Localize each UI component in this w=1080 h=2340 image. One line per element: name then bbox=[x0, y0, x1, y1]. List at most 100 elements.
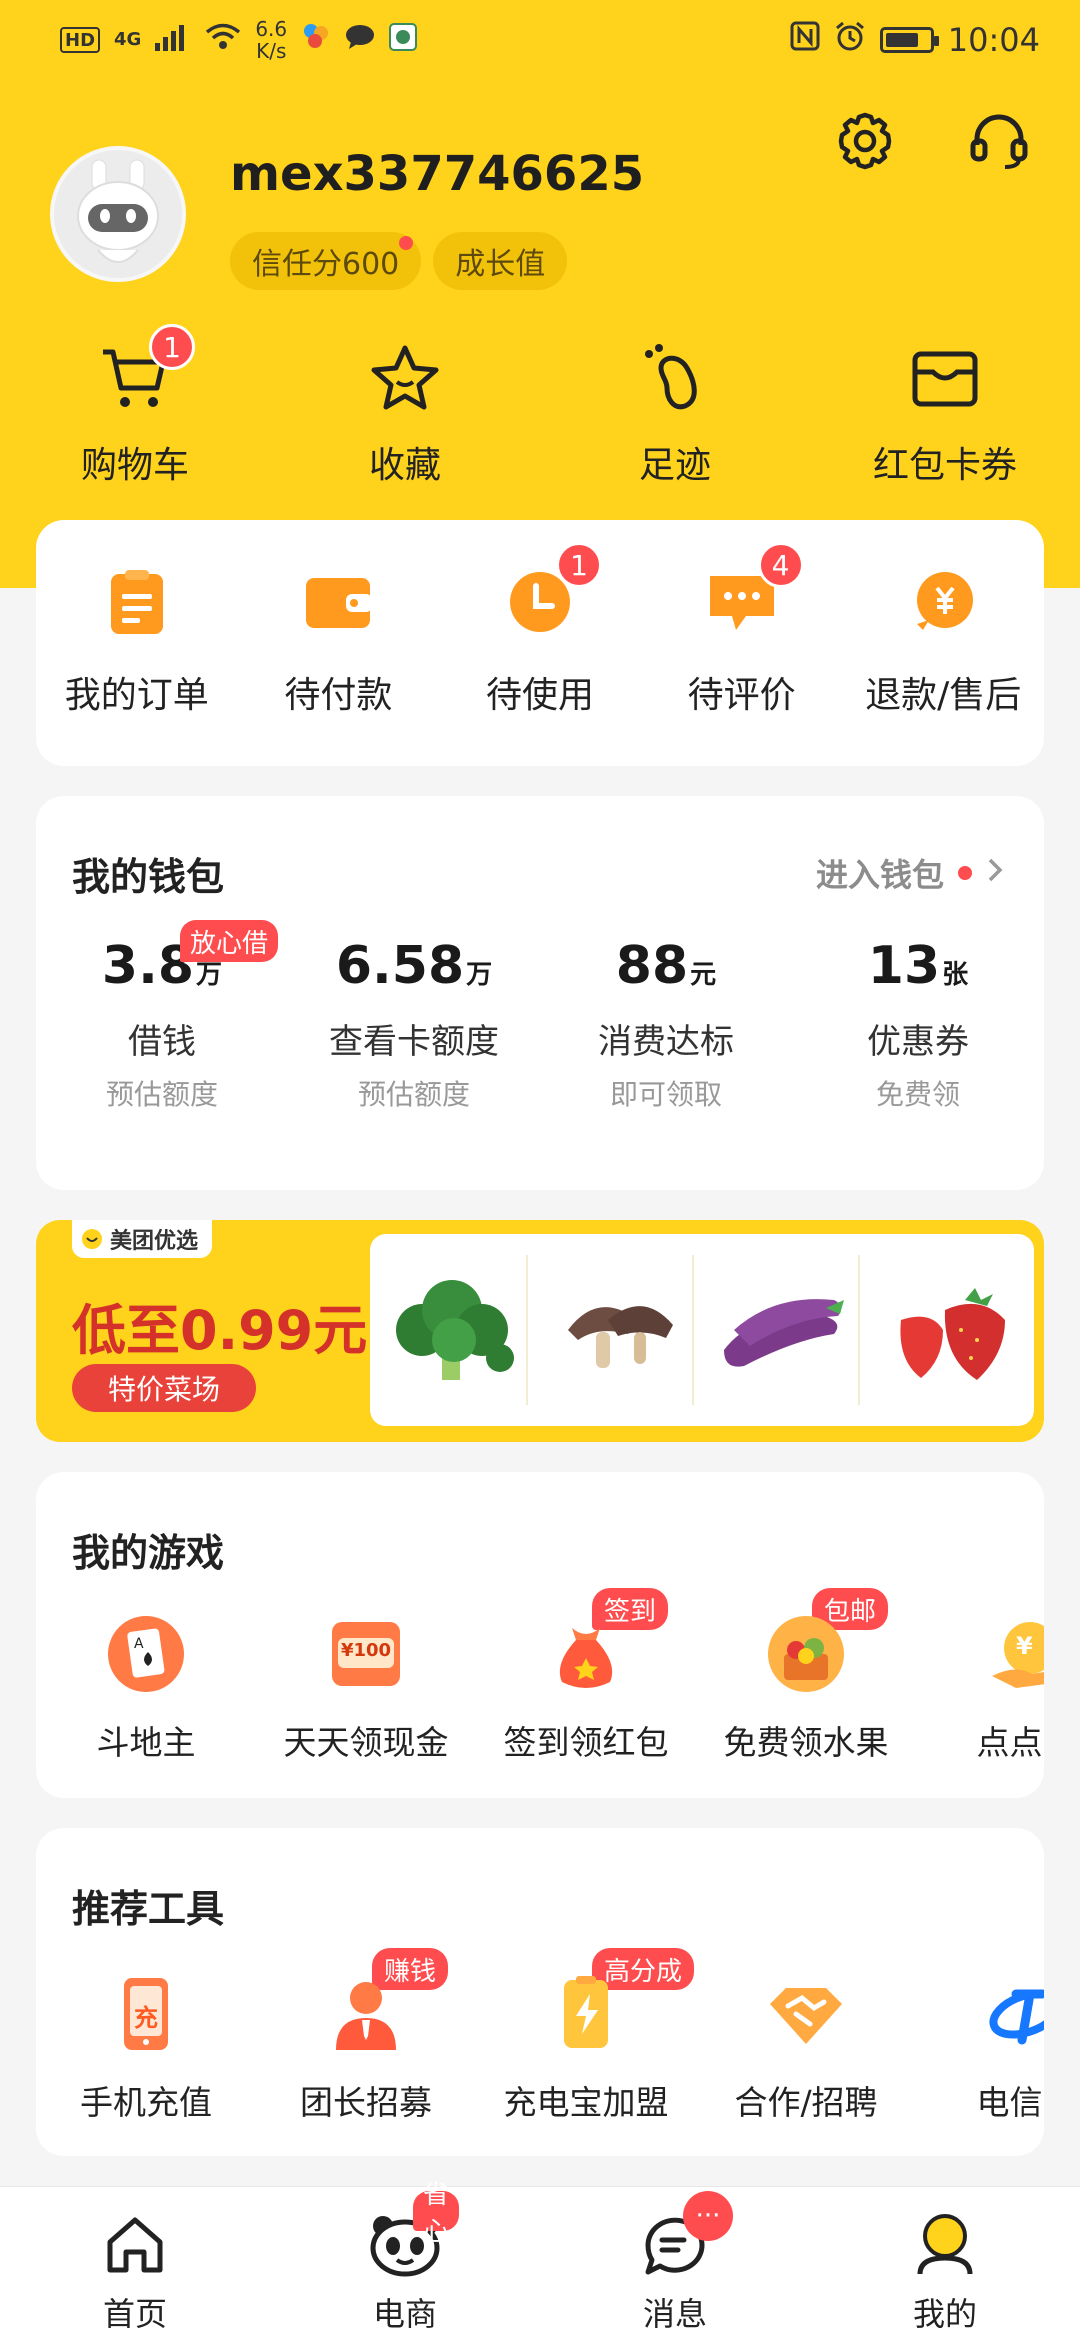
save-worry-tag: 省心 bbox=[413, 2180, 460, 2247]
notification-dot bbox=[958, 866, 972, 880]
wallet-item-spend-reward[interactable]: 88元 消费达标 即可领取 bbox=[540, 936, 792, 1113]
game-label: 签到领红包 bbox=[503, 1723, 669, 1762]
game-label: 天天领现金 bbox=[283, 1723, 449, 1762]
clock-icon: 1 bbox=[504, 542, 602, 638]
refund-icon bbox=[907, 566, 979, 638]
wallet-item-coupons[interactable]: 13张 优惠券 免费领 bbox=[792, 936, 1044, 1113]
nav-home[interactable]: 首页 bbox=[0, 2187, 270, 2340]
wallet-item-borrow[interactable]: 放心借 3.8万 借钱 预估额度 bbox=[36, 920, 288, 1113]
order-label: 待评价 bbox=[687, 675, 796, 716]
tool-label: 充电宝加盟 bbox=[503, 2083, 669, 2122]
shortcut-footprint[interactable]: 足迹 bbox=[540, 340, 810, 488]
order-all[interactable]: 我的订单 bbox=[36, 520, 238, 766]
wallet-sublabel: 免费领 bbox=[875, 1078, 960, 1111]
tool-item-leader[interactable]: 赚钱 团长招募 bbox=[256, 1948, 476, 2124]
order-refund[interactable]: 退款/售后 bbox=[842, 520, 1044, 766]
games-title: 我的游戏 bbox=[72, 1531, 225, 1575]
cart-icon: 1 bbox=[97, 324, 195, 416]
shortcut-label: 红包卡券 bbox=[872, 445, 1017, 486]
network-type: 4G bbox=[114, 29, 142, 50]
nav-label: 首页 bbox=[102, 2295, 167, 2333]
user-icon bbox=[909, 2209, 981, 2281]
customer-service-headset-icon[interactable] bbox=[964, 106, 1034, 176]
game-item-cash[interactable]: ¥100 天天领现金 bbox=[256, 1614, 476, 1764]
tool-item-powerbank[interactable]: 高分成 充电宝加盟 bbox=[476, 1948, 696, 2124]
order-to-review[interactable]: 4 待评价 bbox=[641, 520, 843, 766]
settings-gear-icon[interactable] bbox=[830, 106, 900, 176]
tools-card: 推荐工具 充 手机充值 赚钱 团长招募 高分成 充电宝加盟 合作/招聘 电信 bbox=[36, 1828, 1044, 2156]
game-item-tap[interactable]: ¥ 点点就 bbox=[916, 1614, 1044, 1764]
tool-label: 团长招募 bbox=[300, 2083, 432, 2122]
nfc-icon bbox=[790, 21, 820, 59]
mushroom-image bbox=[544, 1255, 694, 1405]
order-label: 我的订单 bbox=[64, 675, 209, 716]
shortcut-coupons[interactable]: 红包卡券 bbox=[810, 340, 1080, 488]
tool-label: 合作/招聘 bbox=[734, 2083, 878, 2122]
robot-avatar-icon bbox=[77, 159, 159, 263]
nav-label: 消息 bbox=[642, 2295, 707, 2333]
poker-card-icon: A bbox=[106, 1614, 186, 1694]
panda-icon: 省心 bbox=[369, 2180, 460, 2281]
avatar[interactable] bbox=[50, 146, 186, 282]
wallet-label: 查看卡额度 bbox=[329, 1022, 499, 1062]
order-to-use[interactable]: 1 待使用 bbox=[439, 520, 641, 766]
wallet-sublabel: 预估额度 bbox=[357, 1078, 470, 1111]
nav-mine[interactable]: 我的 bbox=[810, 2187, 1080, 2340]
orders-card: 我的订单 待付款 1 待使用 4 待评价 退款/售后 bbox=[36, 520, 1044, 766]
game-label: 点点就 bbox=[976, 1723, 1045, 1762]
network-speed: 6.6 K/s bbox=[255, 17, 288, 63]
order-label: 退款/售后 bbox=[865, 675, 1022, 716]
shortcut-favorites[interactable]: 收藏 bbox=[270, 340, 540, 488]
shortcut-row: 1 购物车 收藏 足迹 红包卡券 bbox=[0, 324, 1080, 488]
phone-recharge-icon: 充 bbox=[106, 1974, 186, 2054]
eggplant-image bbox=[710, 1255, 860, 1405]
tool-item-cooperation[interactable]: 合作/招聘 bbox=[696, 1974, 916, 2124]
username[interactable]: mex337746625 bbox=[230, 146, 644, 202]
nav-ecommerce[interactable]: 省心 电商 bbox=[270, 2180, 540, 2340]
promo-banner[interactable]: 美团优选 低至0.99元 特价菜场 bbox=[36, 1220, 1044, 1442]
to-use-badge: 1 bbox=[555, 542, 602, 588]
growth-value-chip[interactable]: 成长值 bbox=[433, 232, 568, 290]
battery-icon bbox=[879, 27, 939, 53]
header-background bbox=[0, 0, 1080, 588]
banner-headline: 低至0.99元 bbox=[72, 1299, 368, 1362]
game-label: 免费领水果 bbox=[723, 1723, 889, 1762]
wallet-card: 我的钱包 进入钱包 放心借 3.8万 借钱 预估额度 6.58万 查看卡额度 预… bbox=[36, 796, 1044, 1190]
games-card: 我的游戏 A 斗地主 ¥100 天天领现金 签到 签到领红包 包邮 免费领水果 … bbox=[36, 1472, 1044, 1798]
banner-button[interactable]: 特价菜场 bbox=[72, 1364, 257, 1412]
nav-messages[interactable]: ··· 消息 bbox=[540, 2187, 810, 2340]
order-clipboard-icon bbox=[101, 566, 173, 638]
trust-score-label: 信任分600 bbox=[252, 247, 400, 282]
wallet-value: 13张 bbox=[867, 936, 969, 996]
wallet-sublabel: 预估额度 bbox=[105, 1078, 218, 1111]
leader-recruit-icon bbox=[326, 1974, 406, 2054]
shortcut-cart[interactable]: 1 购物车 bbox=[0, 324, 270, 488]
growth-value-label: 成长值 bbox=[455, 247, 546, 282]
wallet-label: 消费达标 bbox=[598, 1022, 734, 1062]
banner-brand: 美团优选 bbox=[72, 1220, 213, 1258]
coin-hand-icon: ¥ bbox=[986, 1614, 1044, 1694]
chevron-right-icon bbox=[986, 854, 1004, 892]
order-label: 待使用 bbox=[485, 675, 594, 716]
message-icon: ··· bbox=[639, 2191, 733, 2281]
game-item-doudizhu[interactable]: A 斗地主 bbox=[36, 1614, 256, 1764]
trust-score-chip[interactable]: 信任分600 bbox=[230, 232, 422, 290]
wallet-item-card-limit[interactable]: 6.58万 查看卡额度 预估额度 bbox=[288, 936, 540, 1113]
wallet-value: 6.58万 bbox=[335, 936, 493, 996]
home-icon bbox=[99, 2209, 171, 2281]
enter-wallet-label: 进入钱包 bbox=[815, 856, 944, 894]
game-item-checkin[interactable]: 签到 签到领红包 bbox=[476, 1588, 696, 1764]
order-pending-payment[interactable]: 待付款 bbox=[238, 520, 440, 766]
nav-label: 电商 bbox=[372, 2295, 437, 2333]
wallet-label: 优惠券 bbox=[867, 1022, 969, 1062]
tool-item-recharge[interactable]: 充 手机充值 bbox=[36, 1974, 256, 2124]
tool-item-telecom[interactable]: 电信营 bbox=[916, 1974, 1044, 2124]
game-item-fruit[interactable]: 包邮 免费领水果 bbox=[696, 1588, 916, 1764]
wallet-label: 借钱 bbox=[128, 1022, 196, 1062]
app-badge-icon bbox=[389, 21, 418, 59]
cart-badge: 1 bbox=[149, 324, 195, 370]
enter-wallet-link[interactable]: 进入钱包 bbox=[816, 850, 1004, 896]
telecom-icon bbox=[986, 1974, 1044, 2054]
banner-products bbox=[370, 1234, 1034, 1426]
cash-100-icon: ¥100 bbox=[326, 1614, 406, 1694]
